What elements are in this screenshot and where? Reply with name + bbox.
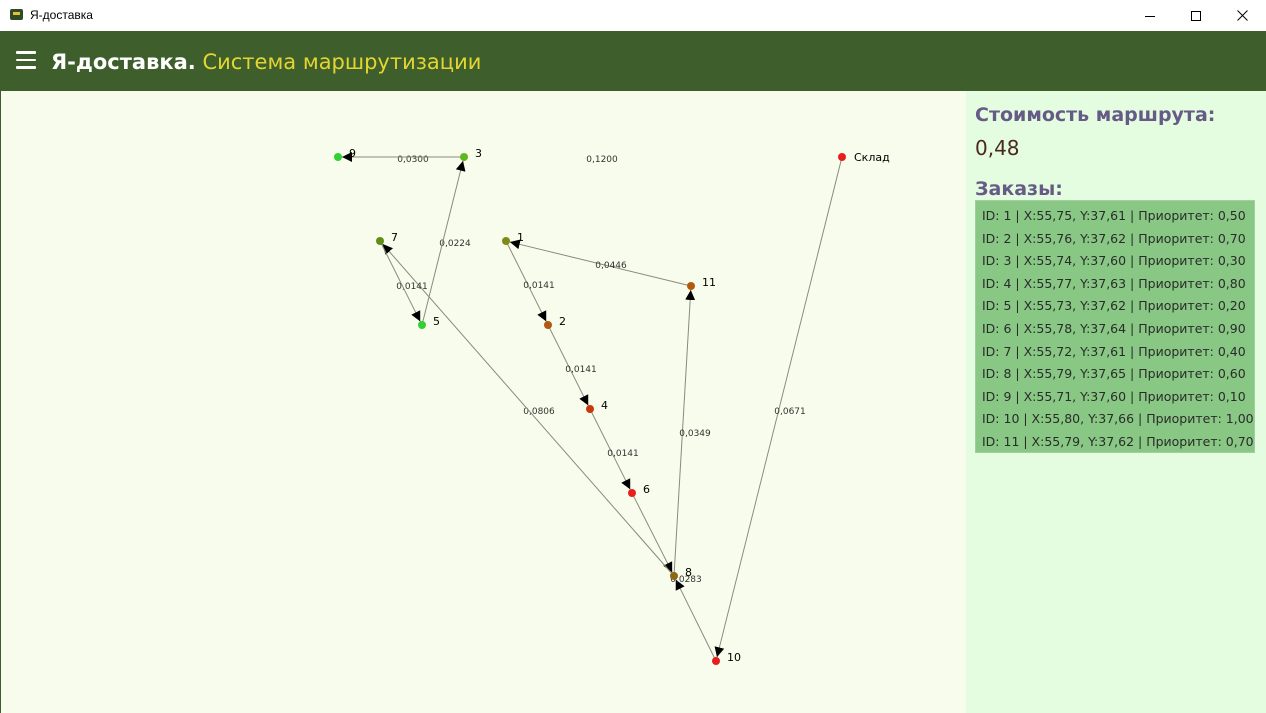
minimize-button[interactable] [1127, 0, 1173, 31]
window-title: Я-доставка [30, 8, 93, 22]
order-item[interactable]: ID: 9 | X:55,71, Y:37,60 | Приоритет: 0,… [976, 386, 1254, 409]
order-item[interactable]: ID: 5 | X:55,73, Y:37,62 | Приоритет: 0,… [976, 295, 1254, 318]
edge-cost-label: 0,0446 [595, 261, 627, 271]
route-edge-6-8 [631, 492, 673, 573]
edge-cost-label: 0,1200 [586, 155, 618, 165]
order-item[interactable]: ID: 6 | X:55,78, Y:37,64 | Приоритет: 0,… [976, 318, 1254, 341]
node-label: 6 [643, 483, 650, 496]
app-brand: Я-доставка. [51, 50, 196, 74]
edge-cost-label: 0,0671 [774, 407, 806, 417]
route-node-4[interactable] [586, 405, 594, 413]
order-item[interactable]: ID: 8 | X:55,79, Y:37,65 | Приоритет: 0,… [976, 363, 1254, 386]
order-item[interactable]: ID: 3 | X:55,74, Y:37,60 | Приоритет: 0,… [976, 250, 1254, 273]
app-title: Я-доставка. Система маршрутизации [51, 49, 481, 75]
edge-cost-label: 0,0141 [523, 281, 555, 291]
window-titlebar: Я-доставка [0, 0, 1266, 32]
node-label: Склад [854, 151, 890, 164]
route-map-canvas[interactable]: 0,0671 0,0283 0,0349 0,0446 0,0141 0,0141 0,01… [0, 91, 966, 713]
route-cost-value: 0,48 [975, 136, 1020, 160]
app-header: Я-доставка. Система маршрутизации [0, 31, 1266, 91]
app-icon [10, 9, 23, 20]
maximize-icon [1191, 10, 1201, 21]
node-label: 3 [475, 147, 482, 160]
route-node-9[interactable] [334, 153, 342, 161]
node-label: 9 [349, 147, 356, 160]
route-edge-8-7 [382, 243, 675, 577]
edge-cost-label: 0,0806 [523, 407, 555, 417]
node-label: 5 [433, 315, 440, 328]
maximize-button[interactable] [1173, 0, 1219, 31]
minimize-icon [1145, 15, 1155, 17]
node-label: 7 [391, 231, 398, 244]
edge-cost-label: 0,0224 [439, 239, 471, 249]
order-item[interactable]: ID: 10 | X:55,80, Y:37,66 | Приоритет: 1… [976, 408, 1254, 431]
route-node-6[interactable] [628, 489, 636, 497]
route-node-Склад[interactable] [838, 153, 846, 161]
orders-heading: Заказы: [975, 178, 1063, 200]
route-node-8[interactable] [670, 572, 678, 580]
close-icon [1236, 10, 1248, 21]
node-label: 10 [727, 651, 741, 664]
edge-cost-label: 0,0349 [679, 429, 711, 439]
order-item[interactable]: ID: 1 | X:55,75, Y:37,61 | Приоритет: 0,… [976, 205, 1254, 228]
order-item[interactable]: ID: 11 | X:55,79, Y:37,62 | Приоритет: 0… [976, 431, 1254, 454]
route-graph: 0,06710,02830,03490,04460,01410,01410,01… [334, 147, 890, 665]
app-subtitle: Система маршрутизации [202, 50, 482, 74]
route-node-2[interactable] [544, 321, 552, 329]
node-label: 8 [685, 566, 692, 579]
order-item[interactable]: ID: 7 | X:55,72, Y:37,61 | Приоритет: 0,… [976, 341, 1254, 364]
node-label: 2 [559, 315, 566, 328]
route-node-10[interactable] [712, 657, 720, 665]
route-node-5[interactable] [418, 321, 426, 329]
edge-cost-label: 0,0141 [607, 449, 639, 459]
route-node-7[interactable] [376, 237, 384, 245]
route-edge-10-8 [675, 579, 717, 662]
order-item[interactable]: ID: 4 | X:55,77, Y:37,63 | Приоритет: 0,… [976, 273, 1254, 296]
node-label: 4 [601, 399, 608, 412]
order-item[interactable]: ID: 2 | X:55,76, Y:37,62 | Приоритет: 0,… [976, 228, 1254, 251]
route-info-panel: Стоимость маршрута: 0,48 Заказы: ID: 1 |… [966, 91, 1266, 713]
route-cost-heading: Стоимость маршрута: [975, 104, 1216, 126]
node-label: 11 [702, 276, 716, 289]
node-label: 1 [517, 231, 524, 244]
route-node-1[interactable] [502, 237, 510, 245]
edge-cost-label: 0,0141 [565, 365, 597, 375]
route-node-3[interactable] [460, 153, 468, 161]
hamburger-menu-icon[interactable] [16, 51, 36, 69]
route-node-11[interactable] [687, 282, 695, 290]
close-button[interactable] [1219, 0, 1265, 31]
orders-list[interactable]: ID: 1 | X:55,75, Y:37,61 | Приоритет: 0,… [975, 200, 1255, 453]
